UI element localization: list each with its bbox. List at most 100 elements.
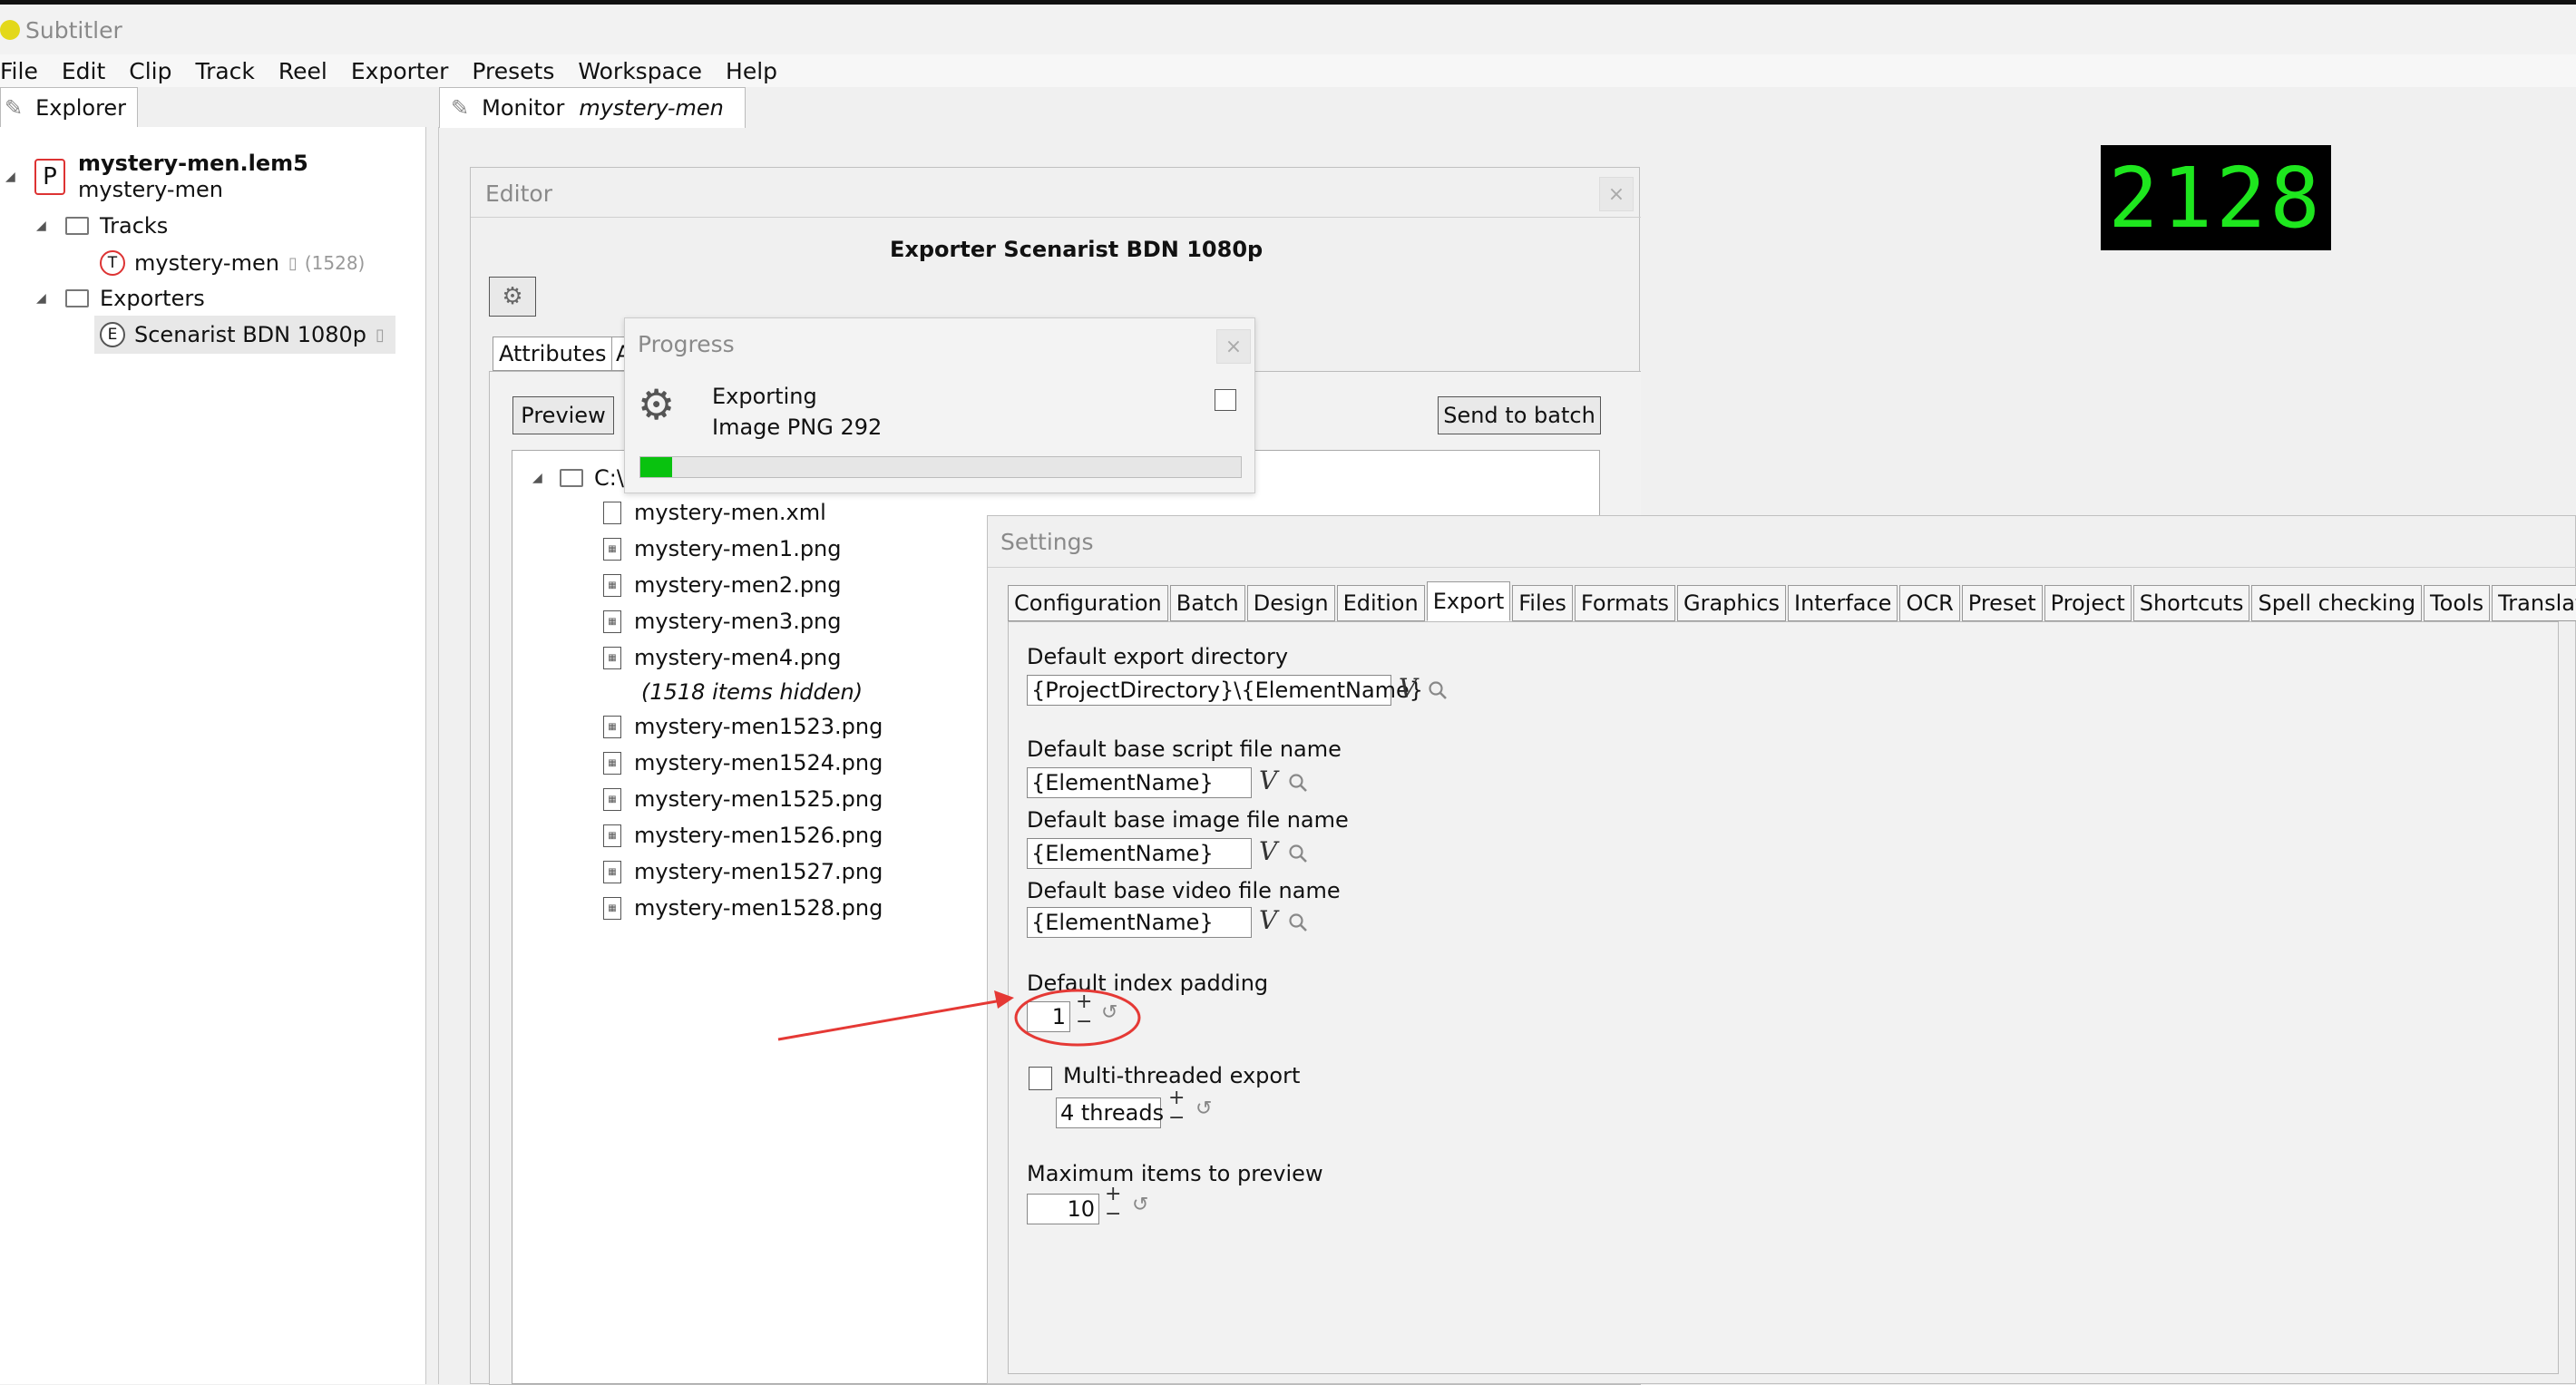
- tab-files[interactable]: Files: [1512, 585, 1573, 621]
- tab-preset[interactable]: Preset: [1961, 585, 2043, 621]
- tree-root-folder[interactable]: ◢ C:\: [532, 465, 624, 491]
- search-icon[interactable]: [1428, 680, 1448, 700]
- expand-arrow-icon[interactable]: ◢: [36, 219, 53, 233]
- list-item[interactable]: ▦ mystery-men2.png: [603, 572, 842, 598]
- tab-graphics[interactable]: Graphics: [1677, 585, 1786, 621]
- list-item[interactable]: mystery-men.xml: [603, 500, 826, 525]
- list-item[interactable]: ▦ mystery-men3.png: [603, 609, 842, 634]
- settings-title: Settings: [1000, 529, 1094, 555]
- list-item[interactable]: ▦ mystery-men1524.png: [603, 750, 883, 775]
- tab-export[interactable]: Export: [1426, 581, 1511, 621]
- script-name-label: Default base script file name: [1027, 736, 1342, 762]
- menu-edit[interactable]: Edit: [50, 58, 117, 84]
- video-name-input[interactable]: {ElementName}: [1027, 907, 1252, 938]
- tree-exporters[interactable]: ◢ Exporters: [36, 281, 205, 316]
- folder-icon: [560, 469, 583, 487]
- tab-configuration[interactable]: Configuration: [1008, 585, 1168, 621]
- progress-line1: Exporting: [712, 384, 817, 409]
- image-name-input[interactable]: {ElementName}: [1027, 838, 1252, 869]
- editor-settings-button[interactable]: ⚙: [489, 277, 536, 317]
- tab-spell-checking[interactable]: Spell checking: [2251, 585, 2423, 621]
- threads-input[interactable]: 4 threads: [1056, 1097, 1164, 1128]
- variables-icon[interactable]: V: [1259, 836, 1277, 866]
- reset-icon[interactable]: ↺: [1101, 1001, 1117, 1024]
- list-item[interactable]: ▦ mystery-men4.png: [603, 645, 842, 670]
- project-icon: P: [34, 159, 65, 195]
- track-name: mystery-men: [134, 250, 279, 276]
- tab-edition[interactable]: Edition: [1336, 585, 1425, 621]
- send-to-batch-button[interactable]: Send to batch: [1438, 396, 1601, 434]
- multithread-checkbox[interactable]: [1029, 1067, 1052, 1090]
- exporters-label: Exporters: [100, 286, 205, 311]
- menu-clip[interactable]: Clip: [117, 58, 183, 84]
- export-dir-input[interactable]: {ProjectDirectory}\{ElementName}: [1027, 675, 1423, 706]
- increment-button[interactable]: +: [1076, 992, 1092, 1012]
- settings-tab-bar: Configuration Batch Design Edition Expor…: [1008, 581, 2576, 621]
- list-item[interactable]: ▦ mystery-men1526.png: [603, 823, 883, 848]
- image-file-icon: ▦: [603, 896, 621, 920]
- decrement-button[interactable]: −: [1105, 1205, 1121, 1224]
- script-name-input[interactable]: {ElementName}: [1027, 767, 1252, 798]
- increment-button[interactable]: +: [1105, 1185, 1121, 1205]
- menu-track[interactable]: Track: [183, 58, 266, 84]
- tab-ocr[interactable]: OCR: [1899, 585, 1960, 621]
- increment-button[interactable]: +: [1168, 1088, 1185, 1108]
- decrement-button[interactable]: −: [1076, 1012, 1092, 1032]
- exporter-name: Scenarist BDN 1080p: [134, 322, 367, 347]
- file-name: mystery-men3.png: [634, 609, 842, 634]
- list-item[interactable]: ▦ mystery-men1523.png: [603, 714, 883, 739]
- menu-exporter[interactable]: Exporter: [339, 58, 461, 84]
- tab-formats[interactable]: Formats: [1574, 585, 1675, 621]
- image-file-icon: ▦: [603, 824, 621, 847]
- expand-arrow-icon[interactable]: ◢: [36, 291, 53, 306]
- progress-close-button[interactable]: ×: [1216, 329, 1251, 364]
- progress-bar-fill: [640, 457, 673, 477]
- search-icon[interactable]: [1288, 773, 1308, 793]
- max-preview-input[interactable]: 10: [1027, 1194, 1099, 1224]
- exporter-icon: E: [100, 322, 125, 347]
- menu-workspace[interactable]: Workspace: [566, 58, 714, 84]
- editor-close-button[interactable]: ×: [1599, 177, 1634, 211]
- tree-exporter-item[interactable]: E Scenarist BDN 1080p ▯: [94, 316, 395, 354]
- menu-reel[interactable]: Reel: [267, 58, 339, 84]
- tab-interface[interactable]: Interface: [1787, 585, 1898, 621]
- tree-tracks[interactable]: ◢ Tracks: [36, 209, 168, 243]
- expand-arrow-icon[interactable]: ◢: [532, 471, 549, 485]
- image-file-icon: ▦: [603, 751, 621, 775]
- tab-design[interactable]: Design: [1246, 585, 1335, 621]
- variables-icon[interactable]: V: [1259, 905, 1277, 935]
- variables-icon[interactable]: V: [1399, 673, 1417, 703]
- reset-icon[interactable]: ↺: [1132, 1194, 1148, 1216]
- menu-presets[interactable]: Presets: [460, 58, 566, 84]
- list-item[interactable]: ▦ mystery-men1525.png: [603, 786, 883, 812]
- menu-file[interactable]: File: [0, 58, 50, 84]
- tab-translator[interactable]: Translator: [2492, 585, 2576, 621]
- expand-arrow-icon[interactable]: ◢: [5, 170, 22, 184]
- list-item[interactable]: ▦ mystery-men1.png: [603, 536, 842, 561]
- tree-track-item[interactable]: T mystery-men ▯ (1528): [100, 245, 365, 281]
- reset-icon[interactable]: ↺: [1195, 1097, 1212, 1120]
- tab-attributes[interactable]: Attributes: [493, 336, 613, 371]
- variables-icon[interactable]: V: [1259, 766, 1277, 795]
- panel-splitter[interactable]: [426, 127, 439, 1384]
- progress-bar: [639, 456, 1242, 478]
- tab-project[interactable]: Project: [2044, 585, 2132, 621]
- tab-tools[interactable]: Tools: [2424, 585, 2491, 621]
- tab-explorer[interactable]: ✎ Explorer: [0, 87, 138, 128]
- menu-help[interactable]: Help: [714, 58, 789, 84]
- clipboard-icon: ▯: [288, 253, 298, 273]
- preview-button[interactable]: Preview: [512, 396, 614, 434]
- search-icon[interactable]: [1288, 912, 1308, 932]
- tree-project[interactable]: ◢ P mystery-men.lem5 mystery-men: [5, 151, 308, 203]
- tab-batch[interactable]: Batch: [1169, 585, 1245, 621]
- tab-shortcuts[interactable]: Shortcuts: [2132, 585, 2250, 621]
- tab-monitor[interactable]: ✎ Monitor mystery-men: [439, 87, 746, 128]
- progress-checkbox[interactable]: [1215, 389, 1236, 411]
- index-padding-input[interactable]: 1: [1027, 1001, 1070, 1032]
- list-item[interactable]: ▦ mystery-men1528.png: [603, 895, 883, 921]
- editor-heading: Exporter Scenarist BDN 1080p: [890, 237, 1264, 262]
- decrement-button[interactable]: −: [1168, 1108, 1185, 1128]
- search-icon[interactable]: [1288, 844, 1308, 863]
- project-file-name: mystery-men.lem5: [78, 151, 308, 176]
- list-item[interactable]: ▦ mystery-men1527.png: [603, 859, 883, 884]
